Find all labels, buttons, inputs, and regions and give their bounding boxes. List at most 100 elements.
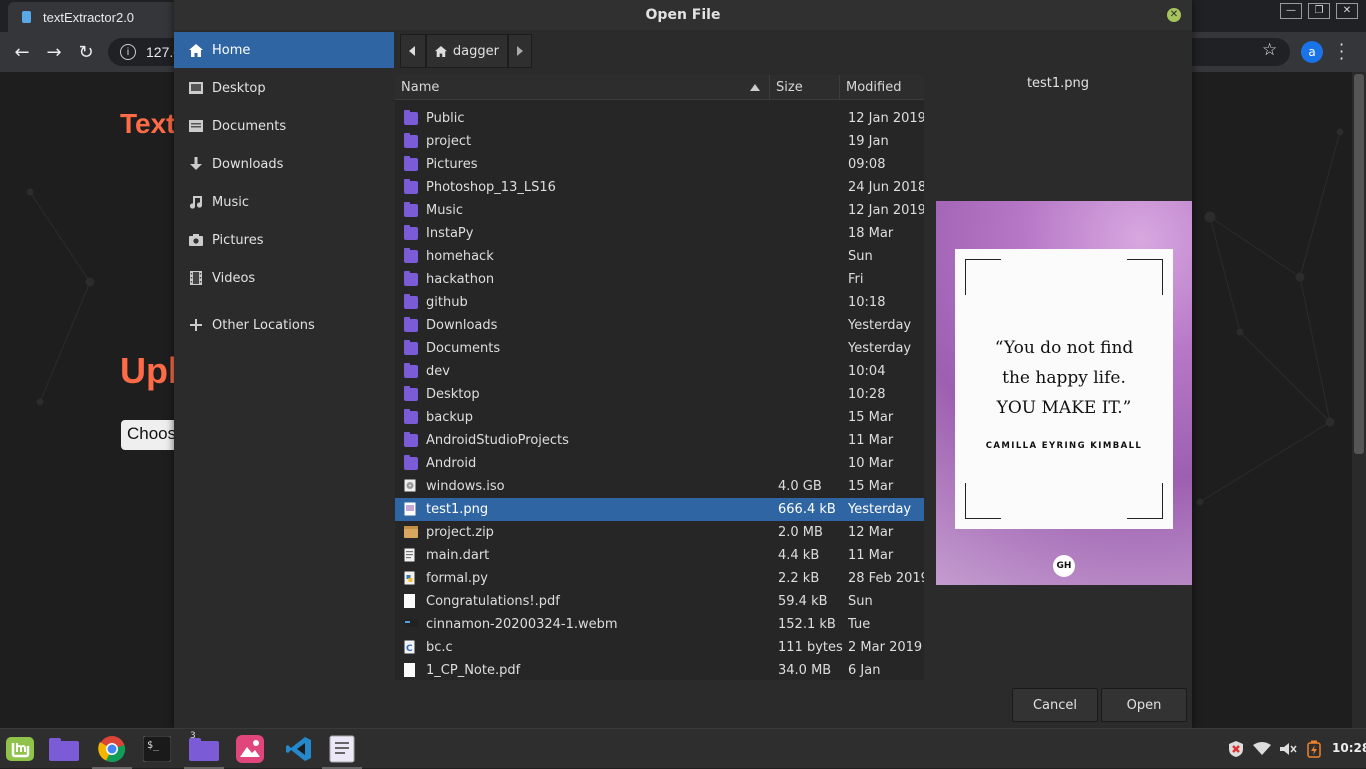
text-editor-icon[interactable] xyxy=(322,733,362,769)
update-shield-icon[interactable] xyxy=(1226,739,1246,759)
sidebar-item-videos[interactable]: Videos xyxy=(174,260,394,296)
column-header-name[interactable]: Name xyxy=(395,75,769,100)
file-modified: 6 Jan xyxy=(848,663,881,678)
list-item[interactable]: InstaPy 18 Mar xyxy=(395,222,924,245)
clock[interactable]: 10:28 xyxy=(1332,741,1366,755)
mint-menu-icon[interactable] xyxy=(4,733,36,765)
tab-title: textExtractor2.0 xyxy=(43,9,135,25)
list-item[interactable]: test1.png 666.4 kB Yesterday xyxy=(395,498,924,521)
battery-icon[interactable] xyxy=(1304,739,1324,759)
page-scrollbar[interactable] xyxy=(1352,72,1366,728)
restore-button[interactable]: ❐ xyxy=(1308,3,1330,19)
list-item[interactable]: Pictures 09:08 xyxy=(395,153,924,176)
folder-icon xyxy=(404,225,418,240)
path-back-chevron-icon[interactable] xyxy=(400,34,426,68)
path-bar: dagger xyxy=(400,34,532,68)
forward-arrow-icon[interactable]: → xyxy=(43,41,65,63)
sidebar-item-music[interactable]: Music xyxy=(174,184,394,220)
path-forward-chevron-icon[interactable] xyxy=(508,34,532,68)
sidebar-item-pictures[interactable]: Pictures xyxy=(174,222,394,258)
sidebar-item-documents[interactable]: Documents xyxy=(174,108,394,144)
list-item[interactable]: hackathon Fri xyxy=(395,268,924,291)
camera-icon xyxy=(188,232,204,248)
sidebar-item-desktop[interactable]: Desktop xyxy=(174,70,394,106)
list-item[interactable]: formal.py 2.2 kB 28 Feb 2019 xyxy=(395,567,924,590)
list-item[interactable]: backup 15 Mar xyxy=(395,406,924,429)
image-preview-pane: test1.png “You do not find the happy lif… xyxy=(924,75,1192,680)
quote-line: YOU MAKE IT.” xyxy=(996,398,1132,418)
file-modified: 11 Mar xyxy=(848,433,894,448)
folder-icon xyxy=(404,179,418,194)
wifi-icon[interactable] xyxy=(1252,739,1272,759)
file-name: 1_CP_Note.pdf xyxy=(426,663,521,678)
file-name: Photoshop_13_LS16 xyxy=(426,180,556,195)
file-modified: Sun xyxy=(848,249,873,264)
bookmark-star-icon[interactable]: ☆ xyxy=(1262,40,1277,60)
documents-icon xyxy=(188,118,204,134)
sidebar-item-downloads[interactable]: Downloads xyxy=(174,146,394,182)
file-modified: Tue xyxy=(848,617,871,632)
files-window-icon[interactable]: 3 xyxy=(184,731,224,769)
minimize-button[interactable]: — xyxy=(1280,3,1302,19)
file-modified: 10 Mar xyxy=(848,456,894,471)
column-header-modified[interactable]: Modified xyxy=(839,75,924,100)
path-segment-current[interactable]: dagger xyxy=(426,34,508,68)
file-name: test1.png xyxy=(426,502,489,517)
sidebar-item-label: Documents xyxy=(212,118,287,134)
list-item[interactable]: cinnamon-20200324-1.webm 152.1 kB Tue xyxy=(395,613,924,636)
sidebar-item-home[interactable]: Home xyxy=(174,32,394,68)
browser-menu-icon[interactable]: · · · xyxy=(1339,37,1344,67)
browser-tab[interactable]: textExtractor2.0 xyxy=(8,2,178,32)
close-icon[interactable]: ✕ xyxy=(1167,8,1181,22)
open-button[interactable]: Open xyxy=(1101,688,1187,722)
cancel-button[interactable]: Cancel xyxy=(1012,688,1098,722)
file-name: github xyxy=(426,295,468,310)
list-item[interactable]: Congratulations!.pdf 59.4 kB Sun xyxy=(395,590,924,613)
list-item[interactable]: project.zip 2.0 MB 12 Mar xyxy=(395,521,924,544)
svg-text:$_: $_ xyxy=(147,740,160,751)
vscode-icon[interactable] xyxy=(283,733,315,765)
list-item[interactable]: AndroidStudioProjects 11 Mar xyxy=(395,429,924,452)
terminal-icon[interactable]: $_ xyxy=(141,733,173,765)
list-item[interactable]: windows.iso 4.0 GB 15 Mar xyxy=(395,475,924,498)
list-item[interactable]: Photoshop_13_LS16 24 Jun 2018 xyxy=(395,176,924,199)
disc-icon xyxy=(404,479,418,492)
close-window-button[interactable]: ✕ xyxy=(1336,3,1358,19)
files-app-icon[interactable] xyxy=(48,733,80,765)
file-name: hackathon xyxy=(426,272,495,287)
list-item[interactable]: Desktop 10:28 xyxy=(395,383,924,406)
list-item[interactable]: main.dart 4.4 kB 11 Mar xyxy=(395,544,924,567)
sidebar-item-other-locations[interactable]: Other Locations xyxy=(174,307,394,343)
file-name: project.zip xyxy=(426,525,494,540)
list-item[interactable]: 1_CP_Note.pdf 34.0 MB 6 Jan xyxy=(395,659,924,680)
volume-icon[interactable] xyxy=(1278,739,1298,759)
pdf-file-icon xyxy=(404,594,418,608)
list-item[interactable]: Android 10 Mar xyxy=(395,452,924,475)
list-item[interactable]: dev 10:04 xyxy=(395,360,924,383)
file-modified: Yesterday xyxy=(848,502,912,517)
file-modified: Sun xyxy=(848,594,873,609)
list-item[interactable]: project 19 Jan xyxy=(395,130,924,153)
list-item[interactable]: github 10:18 xyxy=(395,291,924,314)
image-file-icon xyxy=(404,502,418,516)
sidebar-item-label: Downloads xyxy=(212,156,284,172)
list-item[interactable]: Music 12 Jan 2019 xyxy=(395,199,924,222)
site-info-icon[interactable]: i xyxy=(120,44,136,60)
file-name: main.dart xyxy=(426,548,490,563)
list-item[interactable]: Downloads Yesterday xyxy=(395,314,924,337)
chrome-icon[interactable] xyxy=(92,733,132,769)
image-viewer-icon[interactable] xyxy=(234,733,266,765)
reload-icon[interactable]: ↻ xyxy=(75,41,97,63)
home-icon xyxy=(188,42,204,58)
profile-avatar[interactable]: a xyxy=(1301,41,1323,63)
list-item[interactable]: Public 12 Jan 2019 xyxy=(395,107,924,130)
file-name: Downloads xyxy=(426,318,498,333)
list-item[interactable]: Cbc.c 111 bytes 2 Mar 2019 xyxy=(395,636,924,659)
list-item[interactable]: homehack Sun xyxy=(395,245,924,268)
back-arrow-icon[interactable]: ← xyxy=(11,41,33,63)
list-item[interactable]: Documents Yesterday xyxy=(395,337,924,360)
file-modified: 10:28 xyxy=(848,387,886,402)
column-header-size[interactable]: Size xyxy=(769,75,839,100)
quote-author: CAMILLA EYRING KIMBALL xyxy=(985,441,1143,451)
file-name: dev xyxy=(426,364,450,379)
